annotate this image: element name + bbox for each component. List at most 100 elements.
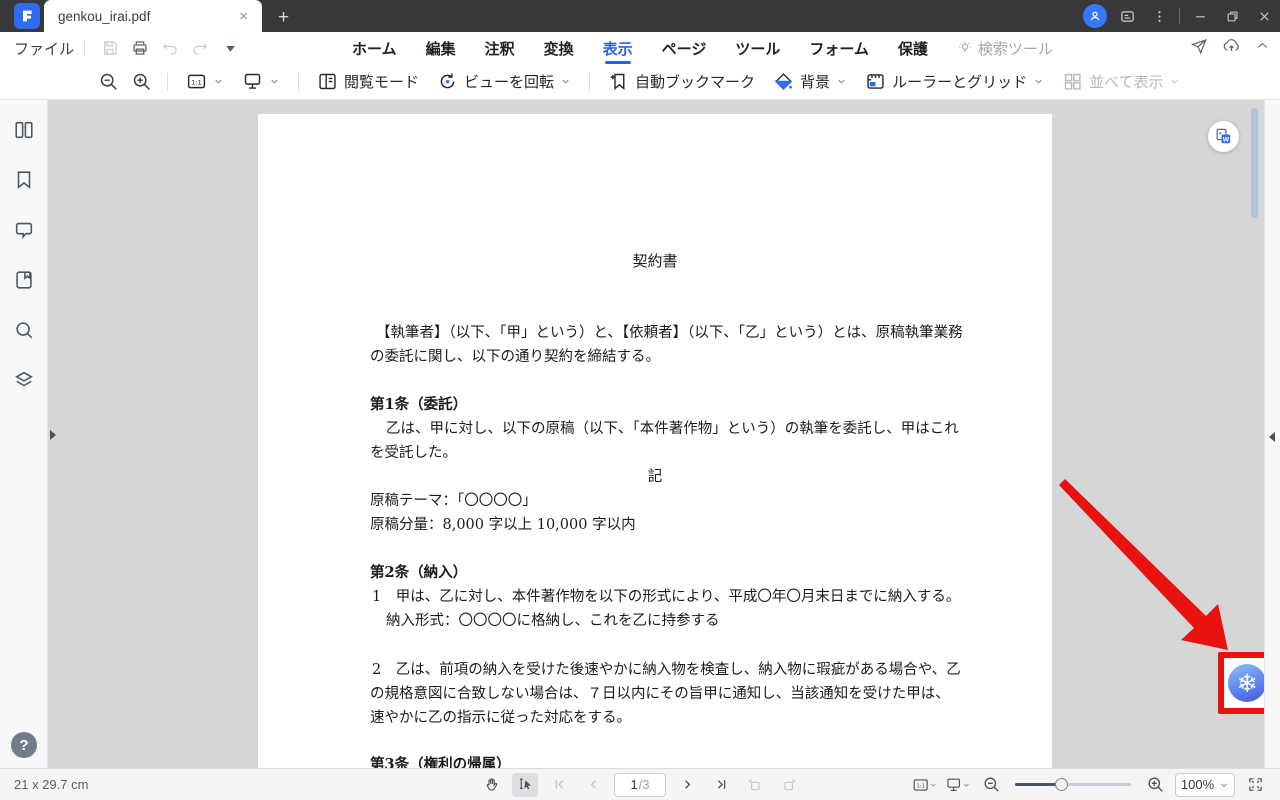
cloud-upload-icon[interactable] <box>1222 36 1241 60</box>
zoom-in-status-icon[interactable] <box>1142 773 1168 797</box>
zoom-slider[interactable] <box>1015 778 1131 791</box>
user-icon <box>1083 4 1107 28</box>
minimize-button[interactable] <box>1184 0 1216 32</box>
new-tab-button[interactable]: + <box>278 8 289 27</box>
background-icon <box>774 73 793 90</box>
menu-view[interactable]: 表示 <box>603 32 633 64</box>
menu-file[interactable]: ファイル <box>14 38 74 59</box>
right-panel-expand-icon[interactable] <box>1269 432 1275 442</box>
rotate-left-icon[interactable] <box>742 773 768 797</box>
auto-bookmark-button[interactable]: 自動ブックマーク <box>608 71 755 92</box>
undo-icon[interactable] <box>157 36 183 60</box>
zoom-in-icon[interactable] <box>131 71 152 92</box>
fit-page-status-icon[interactable] <box>945 773 971 797</box>
thumbnails-panel-icon[interactable] <box>13 119 35 141</box>
background-button[interactable]: 背景 <box>773 71 847 92</box>
tab-close-icon[interactable]: × <box>235 8 252 25</box>
close-button[interactable] <box>1248 0 1280 32</box>
select-tool-icon[interactable] <box>512 772 538 797</box>
rotate-view-icon <box>440 73 455 89</box>
app-logo-icon[interactable] <box>14 3 40 29</box>
print-icon[interactable] <box>127 36 153 60</box>
menu-edit[interactable]: 編集 <box>426 32 456 64</box>
layers-panel-icon[interactable] <box>13 369 35 391</box>
ruler-grid-button[interactable]: ルーラーとグリッド <box>865 71 1044 92</box>
tile-view-button[interactable]: 並べて表示 <box>1062 71 1180 92</box>
menu-tool[interactable]: ツール <box>735 32 780 64</box>
ai-assistant-highlight-box: ❄ <box>1218 652 1264 714</box>
auto-bookmark-icon <box>610 73 625 91</box>
first-page-icon[interactable] <box>546 773 572 797</box>
menu-page[interactable]: ページ <box>662 32 707 64</box>
rotate-right-icon[interactable] <box>776 773 802 797</box>
main-area: ? 契約書 【執筆者】（以下、「甲」という）と、【依頼者】（以下、「乙」という）… <box>0 100 1280 768</box>
last-page-icon[interactable] <box>708 773 734 797</box>
page-size-label: 21 x 29.7 cm <box>14 777 89 792</box>
title-bar: genkou_irai.pdf × + <box>0 0 1280 32</box>
zoom-out-status-icon[interactable] <box>978 773 1004 797</box>
menu-convert[interactable]: 変換 <box>544 32 574 64</box>
actual-size-status-icon[interactable]: 1:1 <box>912 773 938 797</box>
pdfelement-window: genkou_irai.pdf × + ファイル ホーム 編集 注釈 変換 表示… <box>0 0 1280 800</box>
vertical-scrollbar[interactable] <box>1251 108 1258 218</box>
help-button[interactable]: ? <box>11 732 37 758</box>
zoom-out-icon[interactable] <box>98 71 119 92</box>
document-tab[interactable]: genkou_irai.pdf × <box>44 0 262 32</box>
share-icon[interactable] <box>1190 37 1208 60</box>
account-avatar[interactable] <box>1079 0 1111 32</box>
fullscreen-icon[interactable] <box>1242 773 1268 797</box>
doc-title: 契約書 <box>632 252 678 270</box>
ruler-grid-icon <box>867 74 884 89</box>
read-mode-button[interactable]: 閲覧モード <box>317 71 419 92</box>
tab-title: genkou_irai.pdf <box>58 8 151 24</box>
divider <box>84 40 86 56</box>
main-menu: ホーム 編集 注釈 変換 表示 ページ ツール フォーム 保護 検索ツール <box>352 32 1053 64</box>
article-3-heading: 第3条（権利の帰属） <box>370 756 511 768</box>
page-number-input[interactable]: 1 /3 <box>614 772 666 797</box>
next-page-icon[interactable] <box>674 773 700 797</box>
fit-page-button[interactable] <box>242 71 280 92</box>
lightbulb-icon <box>959 41 971 52</box>
search-panel-icon[interactable] <box>13 319 35 341</box>
zoom-slider-knob[interactable] <box>1055 778 1068 791</box>
redo-icon[interactable] <box>187 36 213 60</box>
fit-page-icon <box>244 73 261 89</box>
actual-size-button[interactable]: 1:1 <box>186 71 224 92</box>
restore-button[interactable] <box>1216 0 1248 32</box>
more-menu-icon[interactable] <box>1143 0 1175 32</box>
menu-protect[interactable]: 保護 <box>898 32 928 64</box>
svg-text:W: W <box>1223 136 1230 143</box>
rotate-view-button[interactable]: ビューを回転 <box>437 71 571 92</box>
comments-panel-icon[interactable] <box>13 219 35 241</box>
menu-search-tools[interactable]: 検索ツール <box>957 32 1053 64</box>
attachments-panel-icon[interactable] <box>13 269 35 291</box>
save-icon[interactable] <box>97 36 123 60</box>
tile-view-icon <box>1064 73 1081 90</box>
pdf-page[interactable]: 契約書 【執筆者】（以下、「甲」という）と、【依頼者】（以下、「乙」という）とは… <box>258 114 1052 768</box>
menu-bar: ファイル ホーム 編集 注釈 変換 表示 ページ ツール フォーム 保護 検索ツ… <box>0 32 1280 64</box>
current-page: 1 <box>630 777 638 792</box>
convert-to-word-button[interactable]: W <box>1208 121 1239 152</box>
divider <box>298 72 299 91</box>
menu-form[interactable]: フォーム <box>809 32 869 64</box>
ai-assistant-button[interactable]: ❄ <box>1228 664 1264 702</box>
article-1-heading: 第1条（委託） <box>370 396 468 413</box>
document-viewport[interactable]: 契約書 【執筆者】（以下、「甲」という）と、【依頼者】（以下、「乙」という）とは… <box>48 100 1264 768</box>
status-bar: 21 x 29.7 cm 1 /3 1:1 100% <box>0 768 1280 800</box>
divider <box>1179 8 1180 24</box>
quick-access-dropdown-icon[interactable] <box>217 36 243 60</box>
previous-page-icon[interactable] <box>580 773 606 797</box>
divider <box>589 72 591 91</box>
bookmarks-panel-icon[interactable] <box>13 169 35 191</box>
zoom-level-value: 100% <box>1180 777 1215 792</box>
menu-comment[interactable]: 注釈 <box>485 32 515 64</box>
zoom-level-dropdown[interactable]: 100% <box>1175 772 1235 797</box>
left-panel-expand-icon[interactable] <box>50 430 56 440</box>
feedback-icon[interactable] <box>1111 0 1143 32</box>
hand-tool-icon[interactable] <box>478 773 504 797</box>
read-mode-icon <box>319 73 336 90</box>
collapse-toolbar-icon[interactable] <box>1255 38 1270 58</box>
left-panel-bar: ? <box>0 100 48 768</box>
menu-home[interactable]: ホーム <box>352 32 397 64</box>
article-2-heading: 第2条（納入） <box>370 564 468 581</box>
